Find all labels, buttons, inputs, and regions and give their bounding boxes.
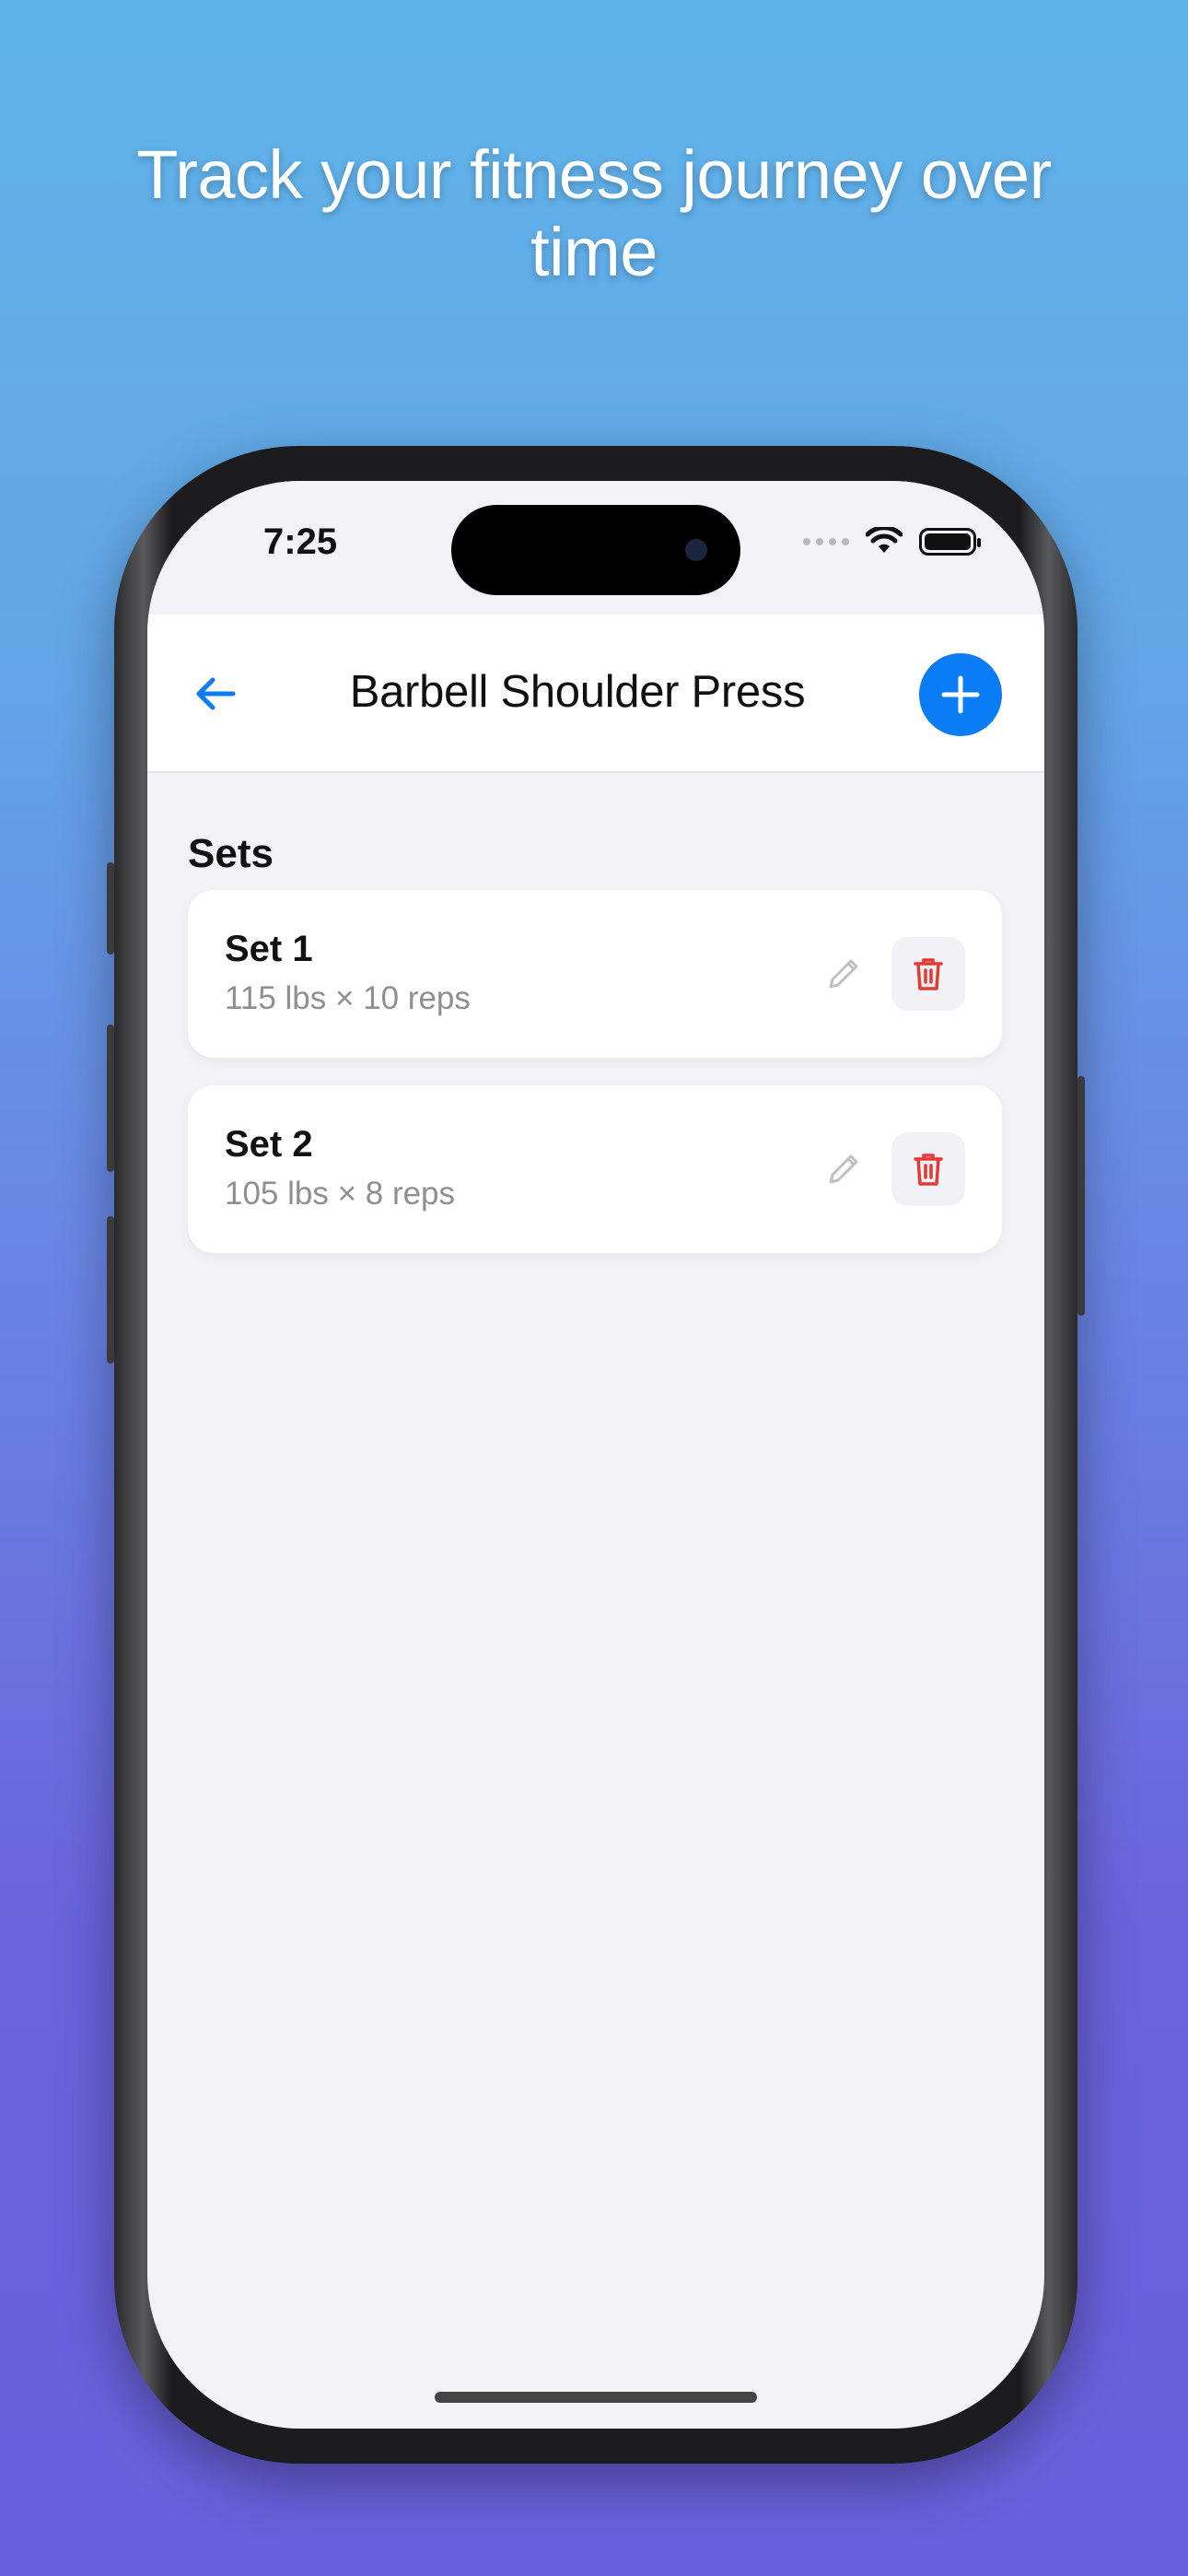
delete-set-button[interactable] <box>891 1132 965 1206</box>
signal-icon <box>803 538 849 545</box>
add-set-button[interactable] <box>919 653 1002 736</box>
set-detail: 105 lbs × 8 reps <box>225 1176 456 1212</box>
power-button <box>1077 1076 1085 1316</box>
section-title: Sets <box>188 831 274 876</box>
action-button <box>107 862 114 954</box>
set-name: Set 1 <box>225 929 313 969</box>
wifi-icon <box>866 527 903 553</box>
pencil-icon <box>829 1154 858 1184</box>
plus-icon <box>941 675 980 714</box>
volume-up-button <box>107 1025 114 1172</box>
set-card[interactable]: Set 2 105 lbs × 8 reps <box>188 1085 1002 1253</box>
app-screen: 7:25 Barbell Shoulder Press Sets Set 1 1… <box>147 481 1044 2429</box>
pencil-icon <box>829 959 858 989</box>
page-title: Barbell Shoulder Press <box>349 667 806 717</box>
edit-set-button[interactable] <box>816 946 871 1001</box>
status-time: 7:25 <box>263 521 338 562</box>
status-bar: 7:25 <box>147 481 1044 615</box>
home-indicator[interactable] <box>435 2392 757 2403</box>
camera-icon <box>685 539 707 561</box>
set-name: Set 2 <box>225 1124 313 1165</box>
status-icons <box>803 527 981 556</box>
phone-frame: 7:25 Barbell Shoulder Press Sets Set 1 1… <box>107 446 1085 2464</box>
set-detail: 115 lbs × 10 reps <box>225 980 471 1016</box>
dynamic-island <box>451 505 740 595</box>
navigation-bar: Barbell Shoulder Press <box>147 615 1044 773</box>
set-card[interactable]: Set 1 115 lbs × 10 reps <box>188 890 1002 1058</box>
trash-icon <box>914 958 943 990</box>
delete-set-button[interactable] <box>891 937 965 1011</box>
battery-icon <box>919 528 981 556</box>
trash-icon <box>914 1153 943 1186</box>
promo-headline: Track your fitness journey over time <box>136 136 1052 290</box>
volume-down-button <box>107 1216 114 1364</box>
edit-set-button[interactable] <box>816 1142 871 1197</box>
